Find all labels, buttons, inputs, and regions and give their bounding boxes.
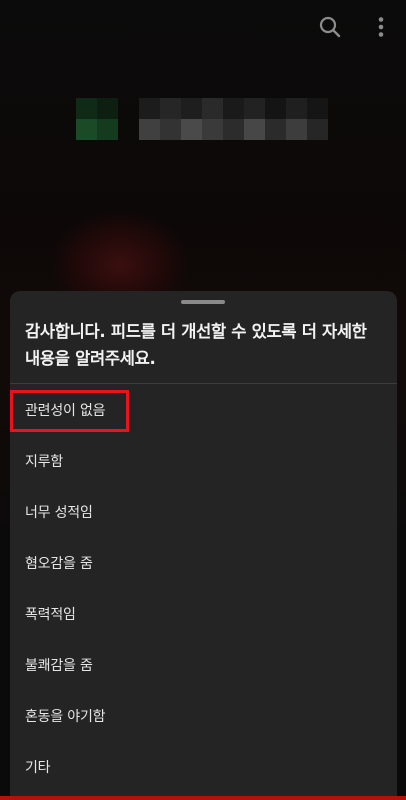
top-bar — [0, 0, 406, 50]
more-vertical-icon — [378, 17, 384, 37]
option-offensive[interactable]: 불쾌감을 줌 — [10, 641, 397, 692]
feedback-options-list: 관련성이 없음 지루함 너무 성적임 혐오감을 줌 폭력적임 불쾌감을 줌 혼동… — [10, 386, 397, 794]
option-boring[interactable]: 지루함 — [10, 437, 397, 488]
option-not-relevant[interactable]: 관련성이 없음 — [10, 386, 397, 437]
blurred-title-mosaic — [76, 98, 334, 140]
feedback-bottom-sheet: 감사합니다. 피드를 더 개선할 수 있도록 더 자세한 내용을 알려주세요. … — [10, 291, 397, 800]
option-violent[interactable]: 폭력적임 — [10, 590, 397, 641]
option-misleading[interactable]: 혼동을 야기함 — [10, 692, 397, 743]
search-button[interactable] — [313, 10, 347, 44]
option-too-sexual[interactable]: 너무 성적임 — [10, 488, 397, 539]
option-hateful[interactable]: 혐오감을 줌 — [10, 539, 397, 590]
search-icon — [319, 16, 341, 38]
divider — [10, 383, 397, 384]
more-options-button[interactable] — [364, 10, 398, 44]
video-screen: 감사합니다. 피드를 더 개선할 수 있도록 더 자세한 내용을 알려주세요. … — [0, 0, 406, 800]
option-other[interactable]: 기타 — [10, 743, 397, 794]
sheet-title: 감사합니다. 피드를 더 개선할 수 있도록 더 자세한 내용을 알려주세요. — [25, 322, 367, 368]
drag-handle[interactable] — [181, 300, 225, 304]
video-progress-bar[interactable] — [0, 796, 406, 800]
